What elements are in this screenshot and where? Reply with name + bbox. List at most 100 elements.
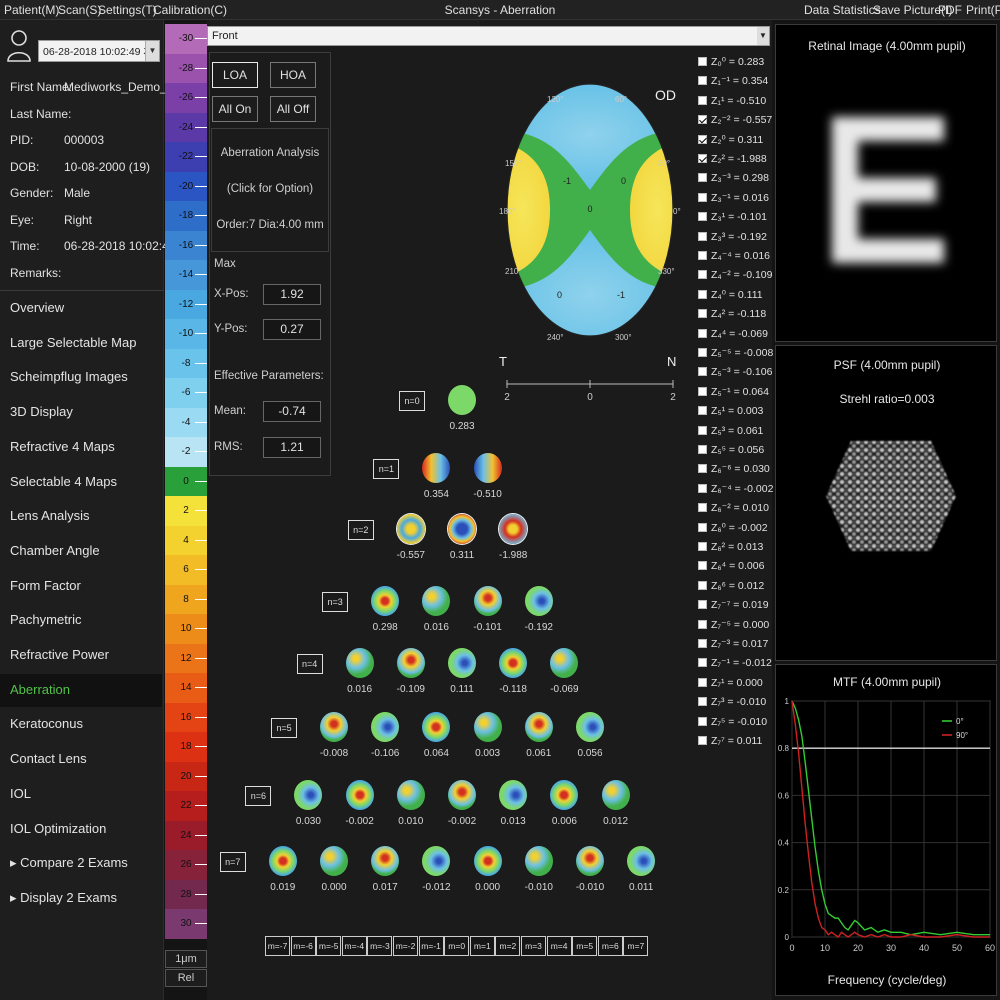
zernike-mode-disk[interactable] — [473, 453, 502, 483]
zernike-term-item[interactable]: Z₅⁻¹ = 0.064 — [698, 386, 769, 402]
nav-item-large-selectable-map[interactable]: Large Selectable Map — [0, 327, 162, 360]
checkbox[interactable] — [698, 522, 707, 532]
zernike-term-item[interactable]: Z₅⁵ = 0.056 — [698, 444, 764, 460]
checkbox[interactable] — [698, 406, 707, 416]
nav-item-lens-analysis[interactable]: Lens Analysis — [0, 500, 162, 533]
menu-patient[interactable]: Patient(M) — [4, 3, 59, 17]
checkbox[interactable] — [698, 192, 707, 202]
zernike-mode-disk[interactable] — [576, 846, 604, 876]
zernike-term-item[interactable]: Z₄⁴ = -0.069 — [698, 328, 768, 344]
surface-select[interactable]: Front ▼ — [207, 26, 770, 46]
checkbox[interactable] — [698, 212, 707, 222]
checkbox[interactable] — [698, 464, 707, 474]
menu-pdf[interactable]: PDF — [938, 3, 962, 17]
zernike-mode-disk[interactable] — [524, 586, 553, 616]
zernike-term-item[interactable]: Z₇⁷ = 0.011 — [698, 735, 762, 751]
zernike-term-item[interactable]: Z₆⁰ = -0.002 — [698, 522, 768, 538]
zernike-term-item[interactable]: Z₆⁻⁴ = -0.002 — [698, 483, 773, 499]
checkbox[interactable] — [698, 95, 707, 105]
checkbox[interactable] — [698, 658, 707, 668]
all-off-button[interactable]: All Off — [270, 96, 316, 122]
checkbox[interactable] — [698, 445, 707, 454]
checkbox[interactable] — [698, 697, 707, 707]
menu-data-statistics[interactable]: Data Statistics — [804, 3, 881, 17]
nav-item-refractive-4-maps[interactable]: Refractive 4 Maps — [0, 431, 162, 464]
nav-item-chamber-angle[interactable]: Chamber Angle — [0, 535, 162, 568]
zernike-term-item[interactable]: Z₂² = -1.988 — [698, 153, 767, 169]
zernike-mode-disk[interactable] — [627, 846, 656, 876]
nav-item-scheimpflug-images[interactable]: Scheimpflug Images — [0, 361, 162, 394]
checkbox[interactable] — [698, 76, 707, 86]
menu-settings[interactable]: Settings(T) — [98, 3, 157, 17]
zernike-term-item[interactable]: Z₂⁰ = 0.311 — [698, 134, 763, 150]
zernike-mode-disk[interactable] — [447, 513, 477, 545]
loa-button[interactable]: LOA — [212, 62, 258, 88]
zernike-mode-disk[interactable] — [448, 648, 476, 678]
zernike-mode-disk[interactable] — [395, 513, 426, 545]
nav-item-iol-optimization[interactable]: IOL Optimization — [0, 813, 162, 846]
checkbox[interactable] — [698, 348, 707, 357]
zernike-mode-disk[interactable] — [448, 780, 476, 810]
zernike-mode-disk[interactable] — [268, 846, 297, 876]
zernike-term-item[interactable]: Z₅¹ = 0.003 — [698, 405, 763, 421]
zernike-mode-disk[interactable] — [422, 846, 451, 876]
zernike-term-item[interactable]: Z₅⁻³ = -0.106 — [698, 366, 772, 382]
checkbox[interactable] — [698, 425, 707, 435]
checkbox[interactable] — [698, 231, 707, 241]
zernike-term-item[interactable]: Z₅⁻⁵ = -0.008 — [698, 347, 773, 363]
aberration-map[interactable]: 0 -1 0 0 -1 OD T N 2 0 2 120° 60° 150° 3… — [495, 60, 685, 410]
checkbox[interactable] — [698, 736, 707, 745]
zernike-mode-disk[interactable] — [320, 712, 348, 742]
nav-item-contact-lens[interactable]: Contact Lens — [0, 743, 162, 776]
zernike-term-item[interactable]: Z₃⁻¹ = 0.016 — [698, 192, 769, 208]
zernike-term-item[interactable]: Z₄⁻² = -0.109 — [698, 269, 772, 285]
checkbox[interactable] — [698, 677, 707, 687]
zernike-mode-disk[interactable] — [320, 846, 348, 876]
checkbox[interactable] — [698, 173, 707, 183]
checkbox[interactable] — [698, 483, 707, 493]
zernike-mode-disk[interactable] — [294, 780, 323, 810]
zernike-term-item[interactable]: Z₆⁻⁶ = 0.030 — [698, 463, 770, 479]
zernike-term-item[interactable]: Z₆⁶ = 0.012 — [698, 580, 764, 596]
zernike-term-item[interactable]: Z₄² = -0.118 — [698, 308, 766, 324]
zernike-term-item[interactable]: Z₇¹ = 0.000 — [698, 677, 763, 693]
nav-item-iol[interactable]: IOL — [0, 778, 162, 811]
zernike-term-item[interactable]: Z₄⁻⁴ = 0.016 — [698, 250, 770, 266]
checkbox[interactable] — [698, 270, 707, 280]
zernike-mode-disk[interactable] — [524, 846, 553, 876]
menu-print[interactable]: Print(P) — [966, 3, 1000, 17]
nav-item-aberration[interactable]: Aberration — [0, 673, 162, 707]
zernike-mode-disk[interactable] — [499, 648, 528, 678]
zernike-mode-disk[interactable] — [371, 586, 400, 616]
checkbox[interactable] — [698, 154, 707, 163]
checkbox[interactable] — [698, 57, 707, 66]
aberration-analysis-box[interactable]: Aberration Analysis (Click for Option) O… — [211, 128, 329, 252]
zernike-mode-disk[interactable] — [498, 513, 529, 545]
scale-mode[interactable]: Rel — [165, 969, 207, 987]
checkbox[interactable] — [698, 309, 707, 319]
zernike-mode-disk[interactable] — [422, 453, 451, 483]
zernike-term-item[interactable]: Z₇⁻⁷ = 0.019 — [698, 599, 769, 615]
zernike-term-item[interactable]: Z₀⁰ = 0.283 — [698, 56, 764, 72]
checkbox[interactable] — [698, 289, 707, 299]
nav-item-form-factor[interactable]: Form Factor — [0, 570, 162, 603]
zernike-mode-disk[interactable] — [576, 712, 604, 742]
checkbox[interactable] — [698, 580, 707, 590]
zernike-mode-disk[interactable] — [345, 780, 374, 810]
nav-item-3d-display[interactable]: 3D Display — [0, 396, 162, 429]
nav-item-compare-2-exams[interactable]: ▸ Compare 2 Exams — [0, 847, 162, 880]
checkbox[interactable] — [698, 134, 707, 144]
zernike-mode-disk[interactable] — [550, 648, 579, 678]
zernike-mode-disk[interactable] — [473, 586, 502, 616]
nav-item-selectable-4-maps[interactable]: Selectable 4 Maps — [0, 466, 162, 499]
zernike-mode-disk[interactable] — [473, 846, 502, 876]
zernike-term-item[interactable]: Z₇⁵ = -0.010 — [698, 716, 767, 732]
zernike-mode-disk[interactable] — [422, 712, 451, 742]
zernike-mode-disk[interactable] — [396, 648, 425, 678]
zernike-mode-disk[interactable] — [601, 780, 630, 810]
zernike-mode-disk[interactable] — [345, 648, 374, 678]
zernike-term-item[interactable]: Z₃³ = -0.192 — [698, 231, 767, 247]
zernike-term-item[interactable]: Z₇⁻¹ = -0.012 — [698, 657, 772, 673]
zernike-mode-disk[interactable] — [371, 712, 400, 742]
zernike-term-item[interactable]: Z₇⁻⁵ = 0.000 — [698, 619, 769, 635]
